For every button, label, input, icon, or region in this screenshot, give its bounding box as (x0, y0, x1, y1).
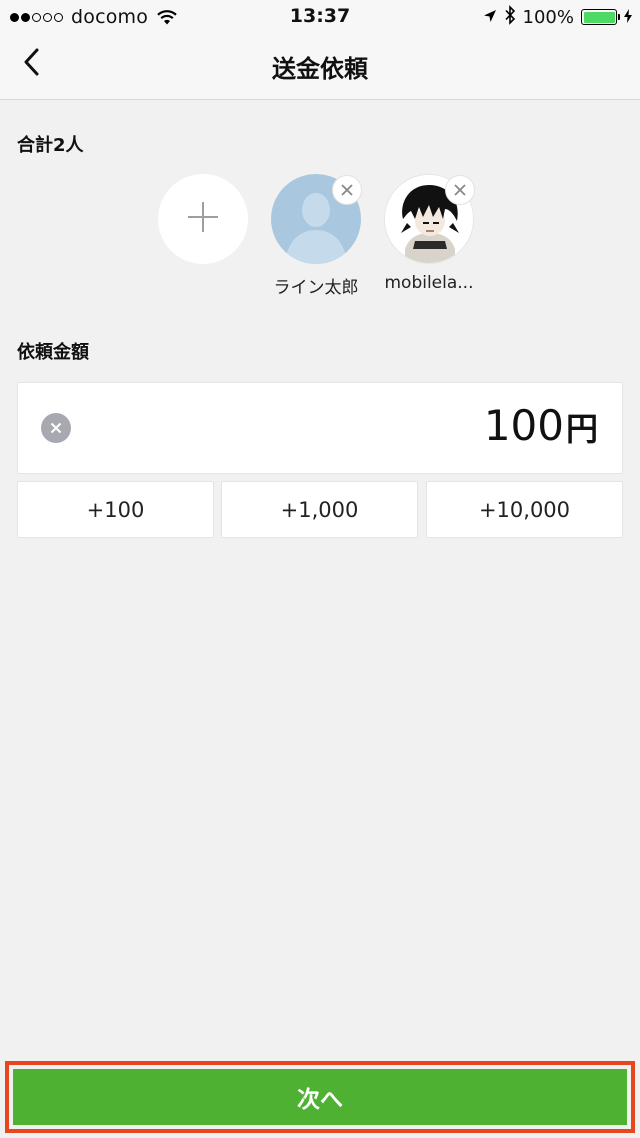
recipient-item: ライン太郎 (266, 174, 366, 298)
page-title: 送金依頼 (272, 55, 368, 83)
amount-number: 100 (483, 401, 564, 450)
clear-amount-button[interactable] (41, 413, 71, 443)
charging-bolt-icon (624, 7, 632, 28)
recipient-count-label: 合計2人 (17, 135, 84, 156)
recipient-list: ライン太郎 mobilela... (0, 174, 640, 304)
status-bar: docomo 13:37 100% (0, 0, 640, 34)
amount-field[interactable]: 100 円 (17, 382, 623, 474)
add-recipient-button[interactable] (158, 174, 248, 264)
remove-recipient-button[interactable] (332, 175, 362, 205)
amount-label: 依頼金額 (17, 342, 89, 363)
next-button[interactable]: 次へ (13, 1069, 627, 1125)
recipient-name: ライン太郎 (273, 278, 359, 298)
quick-add-buttons: +100 +1,000 +10,000 (17, 481, 623, 538)
nav-bar: 送金依頼 (0, 34, 640, 100)
close-icon (454, 181, 466, 200)
bluetooth-icon (504, 4, 516, 30)
amount-value[interactable]: 100 円 (484, 401, 598, 450)
close-icon (50, 419, 62, 438)
add-1000-button[interactable]: +1,000 (221, 481, 418, 538)
remove-recipient-button[interactable] (445, 175, 475, 205)
battery-icon (581, 9, 620, 25)
add-10000-button[interactable]: +10,000 (426, 481, 623, 538)
add-100-button[interactable]: +100 (17, 481, 214, 538)
header: docomo 13:37 100% 送金依頼 (0, 0, 640, 100)
next-button-highlight: 次へ (5, 1061, 635, 1133)
recipient-item: mobilela... (379, 174, 479, 293)
recipient-name: mobilela... (384, 273, 474, 293)
plus-icon (186, 200, 220, 238)
battery-percent: 100% (522, 6, 574, 28)
location-arrow-icon (483, 7, 497, 28)
status-right: 100% (476, 4, 632, 30)
close-icon (341, 181, 353, 200)
add-recipient-item (153, 174, 253, 264)
currency-unit: 円 (565, 410, 598, 448)
